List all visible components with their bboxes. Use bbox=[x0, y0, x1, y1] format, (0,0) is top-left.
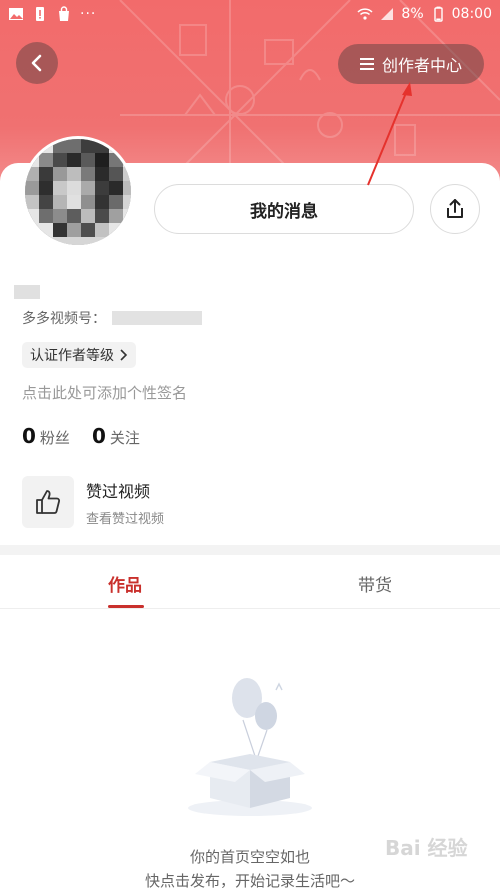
stats-row: 0 粉丝 0 关注 bbox=[22, 424, 140, 448]
username-redacted bbox=[14, 285, 40, 299]
following-count: 0 bbox=[91, 424, 106, 448]
image-icon bbox=[9, 8, 23, 20]
video-id-row: 多多视频号： bbox=[22, 308, 202, 328]
my-messages-button[interactable]: 我的消息 bbox=[154, 184, 414, 234]
author-level-label: 认证作者等级 bbox=[30, 348, 114, 364]
bag-icon bbox=[59, 6, 69, 21]
status-bar: ··· 8% 08:00 bbox=[0, 0, 500, 30]
following-stat[interactable]: 0 关注 bbox=[92, 424, 140, 448]
fans-count: 0 bbox=[22, 424, 36, 448]
back-button[interactable] bbox=[16, 42, 58, 84]
creator-center-label: 创作者中心 bbox=[381, 56, 462, 75]
empty-state-line2: 快点击发布，开始记录生活吧～ bbox=[144, 872, 355, 889]
battery-percent: 8% bbox=[401, 6, 424, 22]
tab-goods[interactable]: 带货 bbox=[358, 571, 392, 596]
liked-videos-title[interactable]: 赞过视频 bbox=[86, 478, 150, 502]
my-messages-label: 我的消息 bbox=[250, 201, 318, 222]
empty-box-balloon-illustration bbox=[188, 678, 312, 816]
menu-icon bbox=[359, 58, 374, 70]
baidu-jingyan-watermark: Bai 经验 bbox=[385, 836, 468, 860]
video-id-redacted bbox=[112, 311, 202, 325]
liked-videos-button[interactable] bbox=[22, 476, 74, 528]
thumbs-up-icon bbox=[36, 490, 61, 514]
section-divider bbox=[0, 545, 500, 555]
chevron-right-icon bbox=[120, 349, 128, 361]
creator-center-button[interactable]: 创作者中心 bbox=[338, 44, 484, 84]
video-id-label: 多多视频号： bbox=[22, 311, 106, 327]
signature-prompt[interactable]: 点击此处可添加个性签名 bbox=[22, 382, 187, 403]
fans-label: 粉丝 bbox=[39, 429, 70, 447]
avatar[interactable] bbox=[22, 136, 134, 248]
battery-alert-icon bbox=[36, 7, 44, 21]
following-label: 关注 bbox=[109, 429, 140, 447]
chevron-left-icon bbox=[31, 54, 42, 72]
fans-stat[interactable]: 0 粉丝 bbox=[22, 424, 70, 448]
wifi-icon bbox=[357, 8, 373, 20]
more-notifications: ··· bbox=[80, 6, 97, 22]
battery-icon bbox=[433, 6, 443, 22]
signal-icon bbox=[381, 8, 394, 20]
liked-videos-subtitle: 查看赞过视频 bbox=[86, 512, 165, 527]
active-tab-indicator bbox=[108, 605, 144, 608]
share-button[interactable] bbox=[430, 184, 480, 234]
status-time: 08:00 bbox=[451, 6, 492, 22]
share-icon bbox=[447, 199, 463, 218]
content-tabs: 作品 带货 bbox=[0, 555, 500, 609]
tab-works[interactable]: 作品 bbox=[108, 571, 142, 596]
author-level-button[interactable]: 认证作者等级 bbox=[22, 342, 136, 368]
